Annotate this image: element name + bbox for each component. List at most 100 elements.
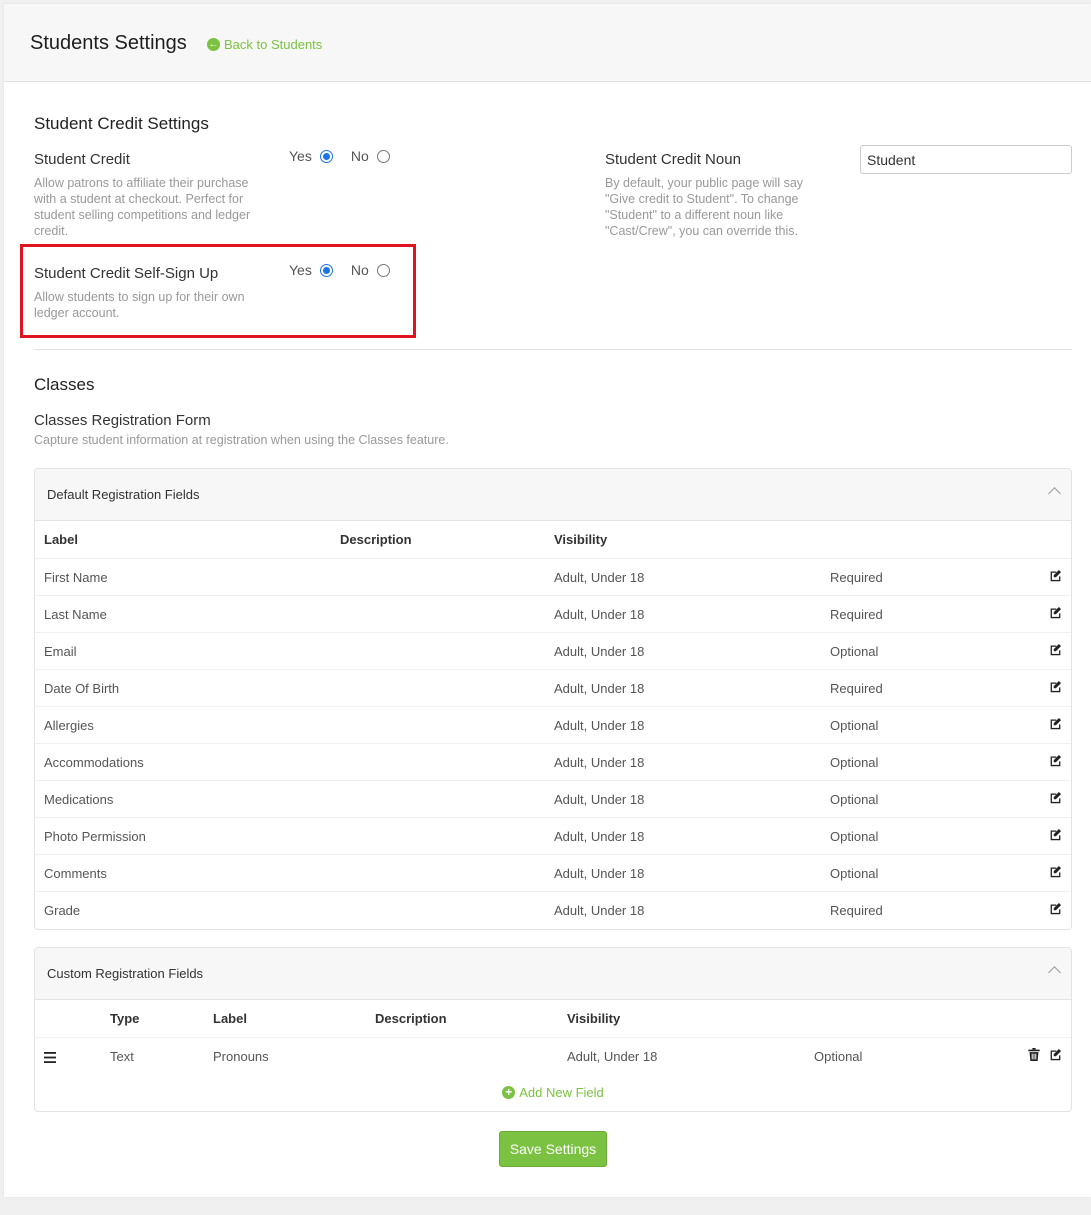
table-row: Allergies Adult, Under 18 Optional [35, 706, 1071, 743]
classes-section-title: Classes [34, 375, 95, 394]
custom-fields-rows: Text Pronouns Adult, Under 18 Optional [35, 1037, 1071, 1074]
section-divider [34, 349, 1072, 350]
field-label: Comments [44, 866, 107, 881]
edit-icon[interactable] [1049, 754, 1062, 767]
save-settings-button[interactable]: Save Settings [499, 1131, 607, 1167]
field-visibility: Adult, Under 18 [554, 866, 645, 881]
col-label: Label [44, 532, 78, 547]
table-row: Medications Adult, Under 18 Optional [35, 780, 1071, 817]
registration-form-help: Capture student information at registrat… [34, 433, 449, 447]
table-row: First Name Adult, Under 18 Required [35, 558, 1071, 595]
back-to-students-link[interactable]: ← Back to Students [207, 37, 322, 52]
student-credit-yes-label: Yes [289, 148, 312, 164]
settings-card: Students Settings ← Back to Students Stu… [4, 4, 1091, 1197]
edit-icon[interactable] [1049, 791, 1062, 804]
self-signup-no-radio[interactable] [376, 263, 390, 277]
field-requirement: Optional [830, 755, 879, 770]
self-signup-yes-radio[interactable] [319, 263, 333, 277]
field-requirement: Optional [814, 1049, 863, 1064]
field-visibility: Adult, Under 18 [554, 681, 645, 696]
col-label: Label [213, 1011, 247, 1026]
self-signup-no-label: No [350, 262, 369, 278]
edit-icon[interactable] [1049, 902, 1062, 915]
edit-icon[interactable] [1049, 569, 1062, 582]
field-label: Last Name [44, 607, 107, 622]
col-visibility: Visibility [567, 1011, 621, 1026]
student-credit-yes-radio[interactable] [319, 149, 333, 163]
col-visibility: Visibility [554, 532, 608, 547]
edit-icon[interactable] [1049, 865, 1062, 878]
edit-icon[interactable] [1049, 828, 1062, 841]
self-signup-no[interactable]: No [351, 262, 390, 278]
custom-fields-panel-header[interactable]: Custom Registration Fields [35, 948, 1071, 1000]
chevron-up-icon[interactable] [1048, 966, 1061, 979]
table-row: Email Adult, Under 18 Optional [35, 632, 1071, 669]
table-row: Text Pronouns Adult, Under 18 Optional [35, 1037, 1071, 1074]
add-new-field-link[interactable]: + Add New Field [35, 1085, 1071, 1100]
field-visibility: Adult, Under 18 [554, 718, 645, 733]
drag-handle-icon[interactable] [44, 1050, 56, 1063]
field-label: Grade [44, 903, 81, 918]
table-row: Grade Adult, Under 18 Required [35, 891, 1071, 928]
field-requirement: Optional [830, 829, 879, 844]
back-link-label: Back to Students [224, 37, 323, 52]
student-credit-no-radio[interactable] [376, 149, 390, 163]
page-title: Students Settings [30, 32, 187, 54]
col-description: Description [340, 532, 412, 547]
field-type: Text [110, 1049, 134, 1064]
default-fields-panel-header[interactable]: Default Registration Fields [35, 469, 1071, 521]
trash-icon[interactable] [1028, 1048, 1040, 1061]
field-requirement: Optional [830, 792, 879, 807]
edit-icon[interactable] [1049, 680, 1062, 693]
field-label: Email [44, 644, 77, 659]
student-credit-yes[interactable]: Yes [289, 148, 333, 164]
field-requirement: Required [830, 681, 883, 696]
table-row: Comments Adult, Under 18 Optional [35, 854, 1071, 891]
credit-noun-input[interactable] [860, 145, 1072, 174]
self-signup-yes[interactable]: Yes [289, 262, 333, 278]
credit-section-title: Student Credit Settings [34, 114, 209, 133]
default-fields-panel: Default Registration Fields Label Descri… [34, 468, 1072, 930]
field-label: Date Of Birth [44, 681, 120, 696]
registration-form-title: Classes Registration Form [34, 412, 211, 429]
field-visibility: Adult, Under 18 [554, 792, 645, 807]
custom-fields-header-row: Type Label Description Visibility [35, 1000, 1071, 1037]
edit-icon[interactable] [1049, 643, 1062, 656]
field-label: First Name [44, 570, 108, 585]
edit-icon[interactable] [1049, 717, 1062, 730]
edit-icon[interactable] [1049, 606, 1062, 619]
self-signup-radio-group: Yes No [289, 262, 408, 278]
table-row: Last Name Adult, Under 18 Required [35, 595, 1071, 632]
student-credit-help: Allow patrons to affiliate their purchas… [34, 176, 251, 238]
default-fields-header-row: Label Description Visibility [35, 521, 1071, 558]
student-credit-radio-group: Yes No [289, 148, 408, 164]
arrow-left-circle-icon: ← [207, 38, 220, 51]
student-credit-no-label: No [350, 148, 369, 164]
field-requirement: Required [830, 570, 883, 585]
credit-noun-help: By default, your public page will say "G… [605, 176, 804, 238]
field-visibility: Adult, Under 18 [554, 829, 645, 844]
table-row: Date Of Birth Adult, Under 18 Required [35, 669, 1071, 706]
edit-icon[interactable] [1049, 1048, 1062, 1061]
table-row: Photo Permission Adult, Under 18 Optional [35, 817, 1071, 854]
field-label: Pronouns [213, 1049, 269, 1064]
custom-fields-panel: Custom Registration Fields Type Label De… [34, 947, 1072, 1112]
student-credit-no[interactable]: No [351, 148, 390, 164]
default-fields-title: Default Registration Fields [47, 487, 200, 502]
field-requirement: Optional [830, 866, 879, 881]
col-type: Type [110, 1011, 140, 1026]
field-visibility: Adult, Under 18 [567, 1049, 658, 1064]
field-visibility: Adult, Under 18 [554, 903, 645, 918]
chevron-up-icon[interactable] [1048, 487, 1061, 500]
field-visibility: Adult, Under 18 [554, 607, 645, 622]
student-credit-label: Student Credit [34, 151, 130, 168]
field-requirement: Optional [830, 644, 879, 659]
field-visibility: Adult, Under 18 [554, 644, 645, 659]
add-new-field-label: Add New Field [519, 1085, 604, 1100]
field-visibility: Adult, Under 18 [554, 755, 645, 770]
plus-circle-icon: + [502, 1086, 516, 1099]
field-label: Photo Permission [44, 829, 146, 844]
credit-noun-label: Student Credit Noun [605, 151, 741, 168]
field-requirement: Required [830, 903, 883, 918]
col-description: Description [375, 1011, 447, 1026]
